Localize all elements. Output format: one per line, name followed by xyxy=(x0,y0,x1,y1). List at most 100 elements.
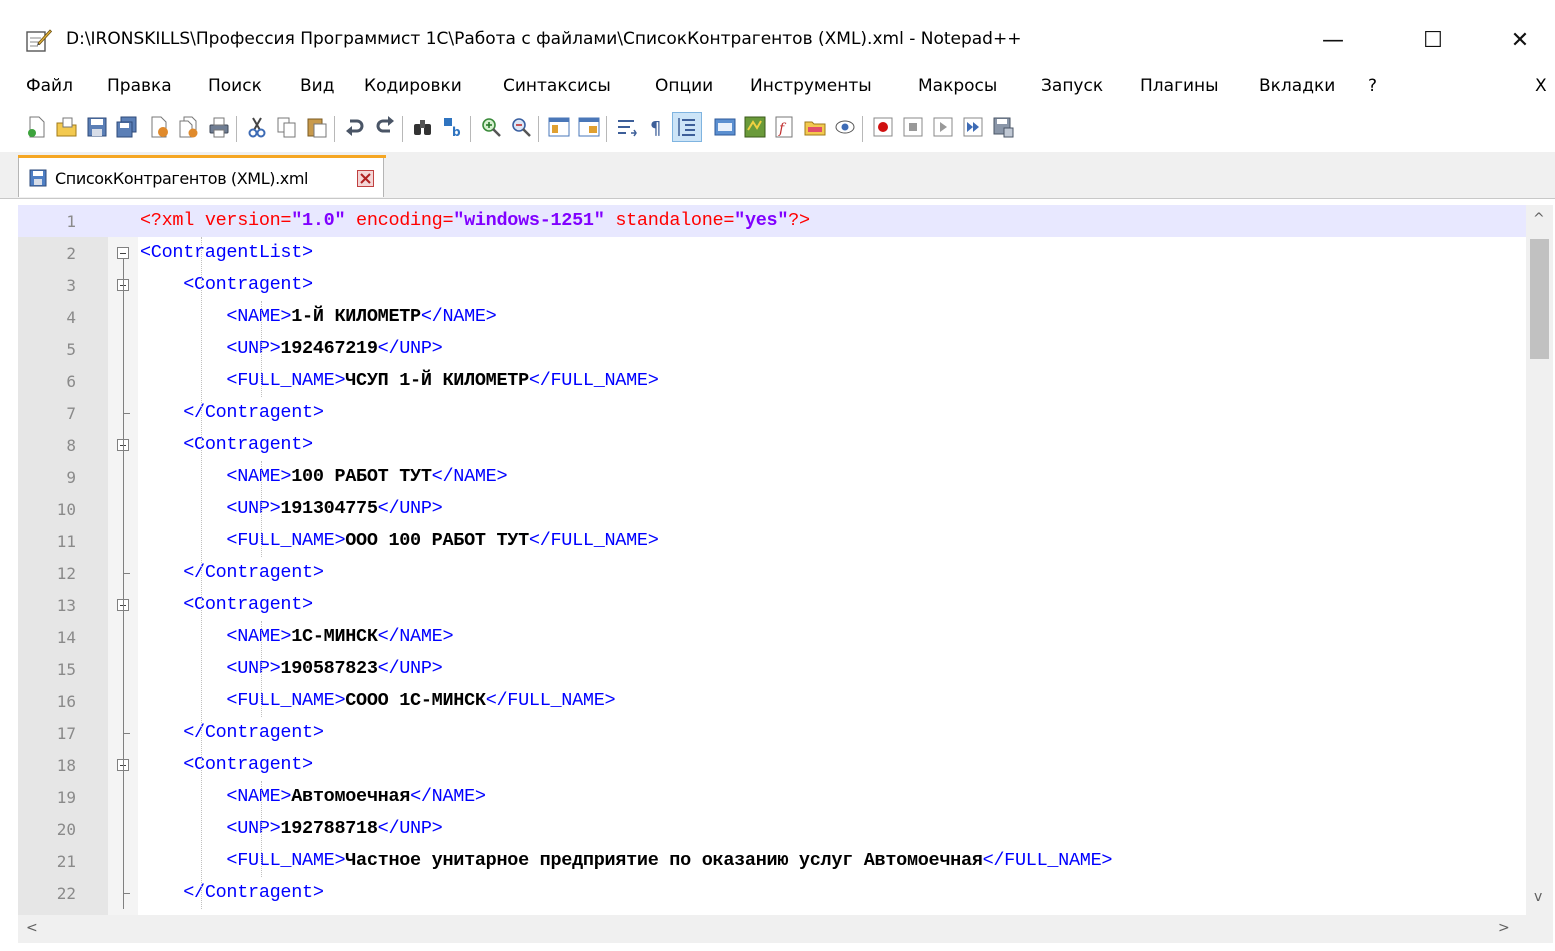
code-text: <UNP>191304775</UNP> xyxy=(140,498,442,519)
show-all-chars-icon[interactable]: ¶ xyxy=(644,114,670,140)
code-line[interactable]: 2 <ContragentList> xyxy=(18,237,1528,269)
indent-guide xyxy=(261,781,263,877)
stop-record-icon[interactable] xyxy=(900,114,926,140)
save-macro-icon[interactable] xyxy=(990,114,1016,140)
menu-macro[interactable]: Макросы xyxy=(918,76,997,96)
record-macro-icon[interactable] xyxy=(870,114,896,140)
code-line[interactable]: 7 </Contragent> xyxy=(18,397,1528,429)
xml-tag: <FULL_NAME> xyxy=(226,530,346,551)
code-line[interactable]: 20 <UNP>192788718</UNP> xyxy=(18,813,1528,845)
menu-file[interactable]: Файл xyxy=(26,76,73,96)
code-line[interactable]: 10 <UNP>191304775</UNP> xyxy=(18,493,1528,525)
word-wrap-icon[interactable] xyxy=(614,114,640,140)
code-line[interactable]: 6 <FULL_NAME>ЧСУП 1-Й КИЛОМЕТР</FULL_NAM… xyxy=(18,365,1528,397)
menu-encoding[interactable]: Кодировки xyxy=(364,76,462,96)
paste-icon[interactable] xyxy=(304,114,330,140)
scroll-left-icon[interactable]: < xyxy=(26,920,38,936)
menu-settings[interactable]: Опции xyxy=(655,76,713,96)
find-icon[interactable] xyxy=(410,114,436,140)
menu-language[interactable]: Синтаксисы xyxy=(503,76,611,96)
new-file-icon[interactable] xyxy=(24,114,50,140)
menu-run[interactable]: Запуск xyxy=(1041,76,1103,96)
indent-guide-icon[interactable] xyxy=(672,112,702,142)
menu-help[interactable]: ? xyxy=(1368,76,1377,96)
xml-declaration: <?xml xyxy=(140,210,205,231)
code-line[interactable]: 1 <?xml version="1.0" encoding="windows-1… xyxy=(18,205,1528,237)
menu-search[interactable]: Поиск xyxy=(208,76,262,96)
xml-close-tag: </FULL_NAME> xyxy=(528,530,659,551)
tab-document[interactable]: СписокКонтрагентов (XML).xml xyxy=(18,155,386,197)
sync-vertical-icon[interactable] xyxy=(546,114,572,140)
copy-icon[interactable] xyxy=(274,114,300,140)
save-icon[interactable] xyxy=(84,114,110,140)
user-language-icon[interactable] xyxy=(712,114,738,140)
redo-icon[interactable] xyxy=(372,114,398,140)
menu-edit[interactable]: Правка xyxy=(107,76,172,96)
vertical-scroll-thumb[interactable] xyxy=(1530,239,1549,359)
menu-view[interactable]: Вид xyxy=(300,76,334,96)
document-map-icon[interactable] xyxy=(742,114,768,140)
play-macro-icon[interactable] xyxy=(930,114,956,140)
code-text: <?xml version="1.0" encoding="windows-12… xyxy=(140,210,810,231)
sync-horizontal-icon[interactable] xyxy=(576,114,602,140)
code-line[interactable]: 18 <Contragent> xyxy=(18,749,1528,781)
line-number: 6 xyxy=(66,372,76,391)
xml-close-tag: </UNP> xyxy=(377,818,443,839)
save-all-icon[interactable] xyxy=(114,114,140,140)
code-line[interactable]: 5 <UNP>192467219</UNP> xyxy=(18,333,1528,365)
code-line[interactable]: 14 <NAME>1С-МИНСК</NAME> xyxy=(18,621,1528,653)
horizontal-scrollbar[interactable]: < > xyxy=(18,915,1553,943)
vertical-scrollbar[interactable]: ^ v xyxy=(1526,205,1553,915)
scroll-up-icon[interactable]: ^ xyxy=(1533,211,1545,227)
code-line[interactable]: 8 <Contragent> xyxy=(18,429,1528,461)
minimize-button[interactable]: — xyxy=(1298,18,1368,62)
open-file-icon[interactable] xyxy=(54,114,80,140)
code-text: </Contragent> xyxy=(140,562,324,583)
code-line[interactable]: 4 <NAME>1-Й КИЛОМЕТР</NAME> xyxy=(18,301,1528,333)
function-list-icon[interactable]: f xyxy=(772,114,798,140)
line-number: 20 xyxy=(56,820,76,839)
replace-icon[interactable]: b xyxy=(440,114,466,140)
code-line[interactable]: 9 <NAME>100 РАБОТ ТУТ</NAME> xyxy=(18,461,1528,493)
print-icon[interactable] xyxy=(206,114,232,140)
minimize-icon: — xyxy=(1322,27,1344,53)
xml-tag: </Contragent> xyxy=(183,402,324,423)
scroll-right-icon[interactable]: > xyxy=(1498,920,1510,936)
code-line[interactable]: 16 <FULL_NAME>СООО 1С-МИНСК</FULL_NAME> xyxy=(18,685,1528,717)
monitoring-icon[interactable] xyxy=(832,114,858,140)
close-icon[interactable] xyxy=(146,114,172,140)
zoom-in-icon[interactable] xyxy=(478,114,504,140)
title-bar[interactable]: D:\IRONSKILLS\Профессия Программист 1С\Р… xyxy=(0,18,1555,62)
code-line[interactable]: 15 <UNP>190587823</UNP> xyxy=(18,653,1528,685)
line-number: 4 xyxy=(66,308,76,327)
code-line[interactable]: 22 </Contragent> xyxy=(18,877,1528,909)
folder-workspace-icon[interactable] xyxy=(802,114,828,140)
code-line[interactable]: 3 <Contragent> xyxy=(18,269,1528,301)
toolbar-separator xyxy=(402,116,403,142)
zoom-out-icon[interactable] xyxy=(508,114,534,140)
xml-text: 100 РАБОТ ТУТ xyxy=(291,466,432,487)
maximize-button[interactable]: ☐ xyxy=(1398,18,1468,62)
fold-toggle-icon[interactable] xyxy=(117,247,129,259)
code-line[interactable]: 17 </Contragent> xyxy=(18,717,1528,749)
close-all-icon[interactable] xyxy=(176,114,202,140)
code-line[interactable]: 21 <FULL_NAME>Частное унитарное предприя… xyxy=(18,845,1528,877)
close-window-button[interactable]: ✕ xyxy=(1485,18,1555,62)
run-macro-multiple-icon[interactable] xyxy=(960,114,986,140)
xml-close-tag: </FULL_NAME> xyxy=(528,370,659,391)
undo-icon[interactable] xyxy=(342,114,368,140)
cut-icon[interactable] xyxy=(244,114,270,140)
tab-close-icon[interactable] xyxy=(357,170,374,187)
code-editor[interactable]: 1 <?xml version="1.0" encoding="windows-1… xyxy=(18,205,1528,915)
code-line[interactable]: 12 </Contragent> xyxy=(18,557,1528,589)
code-line[interactable]: 13 <Contragent> xyxy=(18,589,1528,621)
code-line[interactable]: 11 <FULL_NAME>ООО 100 РАБОТ ТУТ</FULL_NA… xyxy=(18,525,1528,557)
close-document-button[interactable]: X xyxy=(1535,76,1547,96)
scroll-down-icon[interactable]: v xyxy=(1534,889,1542,905)
menu-window[interactable]: Вкладки xyxy=(1259,76,1335,96)
code-line[interactable]: 19 <NAME>Автомоечная</NAME> xyxy=(18,781,1528,813)
menu-plugins[interactable]: Плагины xyxy=(1140,76,1219,96)
menu-tools[interactable]: Инструменты xyxy=(750,76,872,96)
